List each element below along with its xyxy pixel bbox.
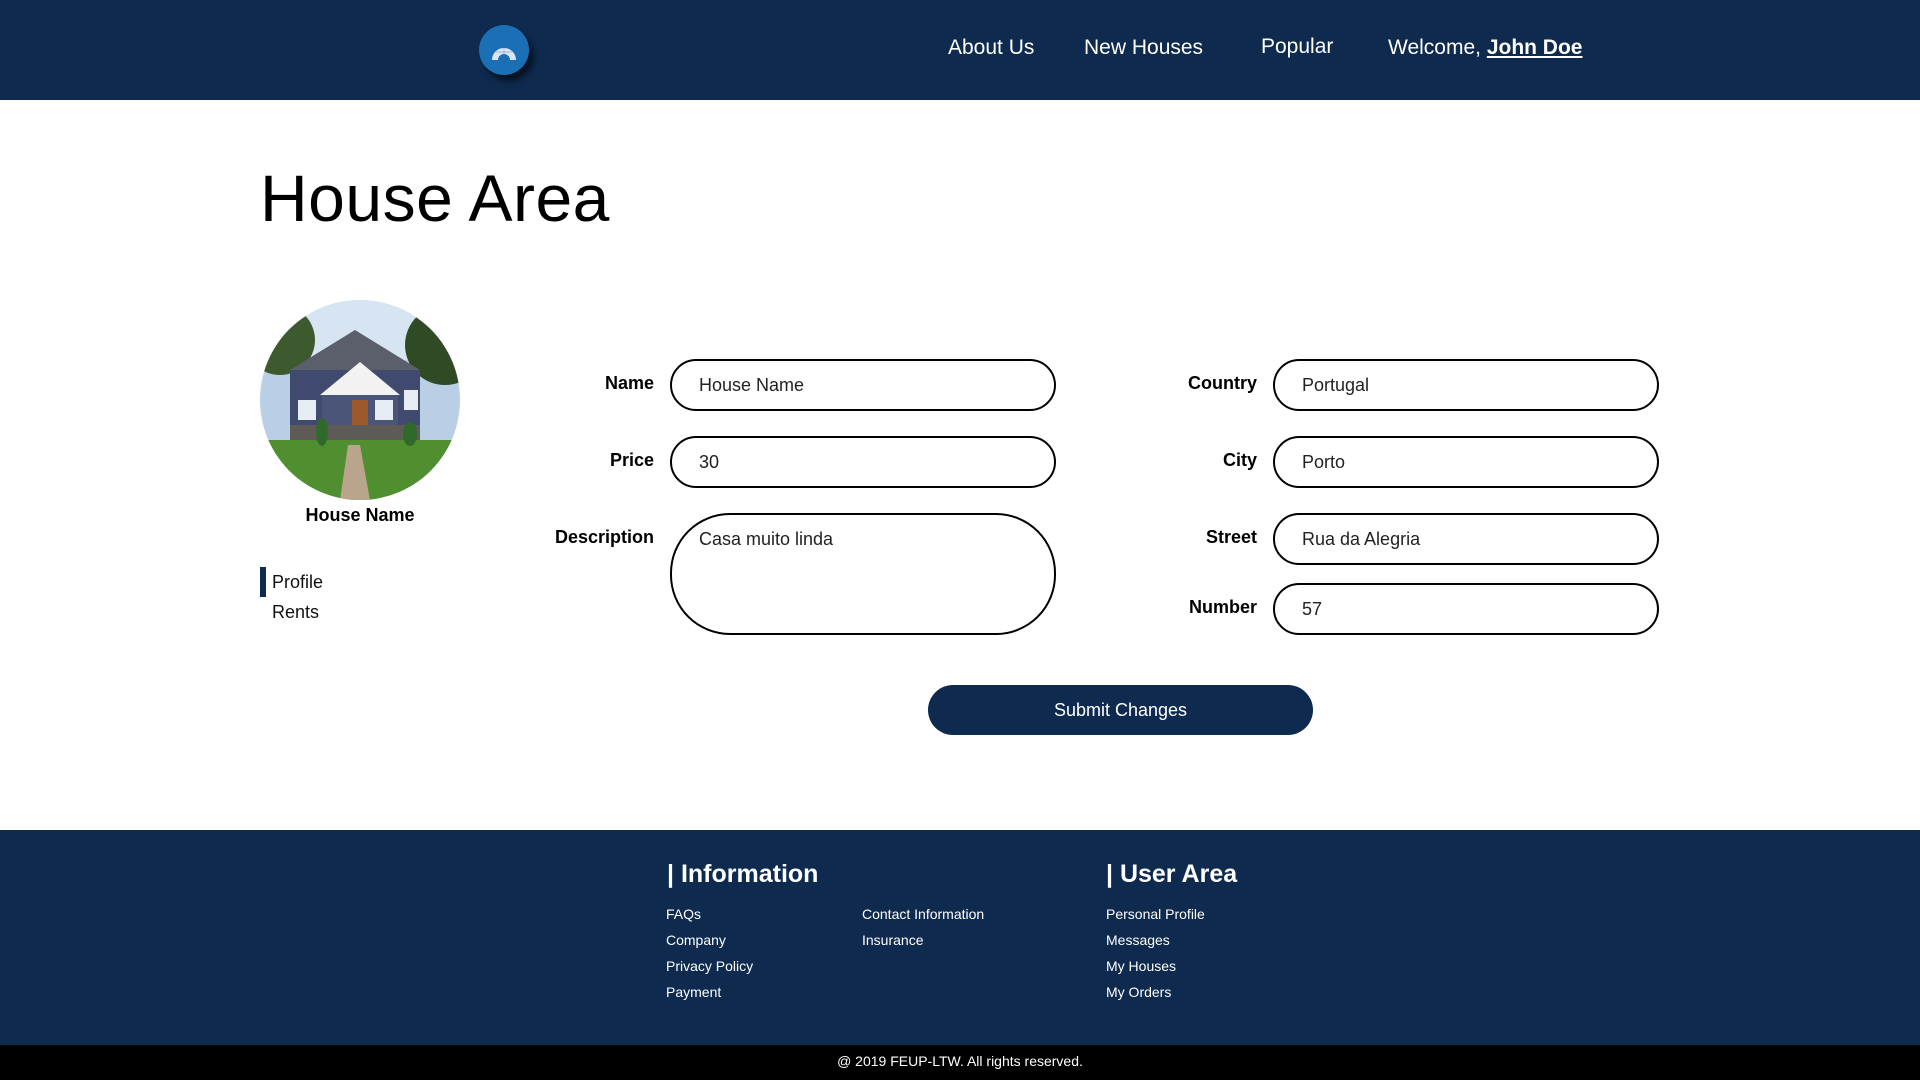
number-input[interactable] — [1273, 583, 1659, 635]
sidebar-navigation: Profile Rents — [260, 567, 323, 627]
top-navigation-bar: About Us New Houses Popular Welcome, Joh… — [0, 0, 1920, 100]
price-label: Price — [609, 450, 654, 470]
description-textarea[interactable]: Casa muito linda — [670, 513, 1056, 635]
street-label: Street — [1205, 527, 1257, 547]
footer-link-contact-information[interactable]: Contact Information — [862, 906, 984, 922]
igloo-logo-icon[interactable] — [479, 25, 529, 75]
nav-new-houses-link[interactable]: New Houses — [1084, 36, 1203, 60]
house-name-caption: House Name — [305, 505, 415, 525]
nav-about-us-link[interactable]: About Us — [948, 36, 1034, 60]
footer-link-company[interactable]: Company — [666, 932, 726, 948]
number-label: Number — [1188, 597, 1257, 617]
city-label: City — [1222, 450, 1257, 470]
house-photo[interactable] — [260, 300, 460, 500]
city-input[interactable] — [1273, 436, 1659, 488]
price-input[interactable] — [670, 436, 1056, 488]
footer-link-payment[interactable]: Payment — [666, 984, 721, 1000]
footer-link-insurance[interactable]: Insurance — [862, 932, 923, 948]
sidebar-item-profile[interactable]: Profile — [260, 567, 323, 597]
footer-information-heading: | Information — [667, 860, 819, 888]
house-name-input[interactable] — [670, 359, 1056, 411]
street-input[interactable] — [1273, 513, 1659, 565]
copyright-bar: @ 2019 FEUP-LTW. All rights reserved. — [0, 1045, 1920, 1080]
submit-changes-button[interactable]: Submit Changes — [928, 685, 1313, 735]
footer-link-personal-profile[interactable]: Personal Profile — [1106, 906, 1205, 922]
footer-link-my-orders[interactable]: My Orders — [1106, 984, 1171, 1000]
site-footer: | Information FAQs Company Privacy Polic… — [0, 830, 1920, 1045]
footer-link-messages[interactable]: Messages — [1106, 932, 1170, 948]
name-label: Name — [604, 373, 654, 393]
copyright-text: @ 2019 FEUP-LTW. All rights reserved. — [837, 1053, 1083, 1069]
nav-popular-link[interactable]: Popular — [1261, 35, 1333, 59]
country-input[interactable] — [1273, 359, 1659, 411]
footer-link-privacy-policy[interactable]: Privacy Policy — [666, 958, 753, 974]
user-profile-link[interactable]: John Doe — [1487, 36, 1583, 59]
sidebar-item-rents[interactable]: Rents — [260, 597, 323, 627]
footer-link-faqs[interactable]: FAQs — [666, 906, 701, 922]
footer-link-my-houses[interactable]: My Houses — [1106, 958, 1176, 974]
welcome-greeting: Welcome, John Doe — [1388, 36, 1582, 60]
welcome-text: Welcome, — [1388, 36, 1487, 59]
page-title: House Area — [260, 161, 610, 235]
description-label: Description — [554, 527, 654, 547]
footer-user-area-heading: | User Area — [1106, 860, 1238, 888]
country-label: Country — [1188, 373, 1257, 393]
